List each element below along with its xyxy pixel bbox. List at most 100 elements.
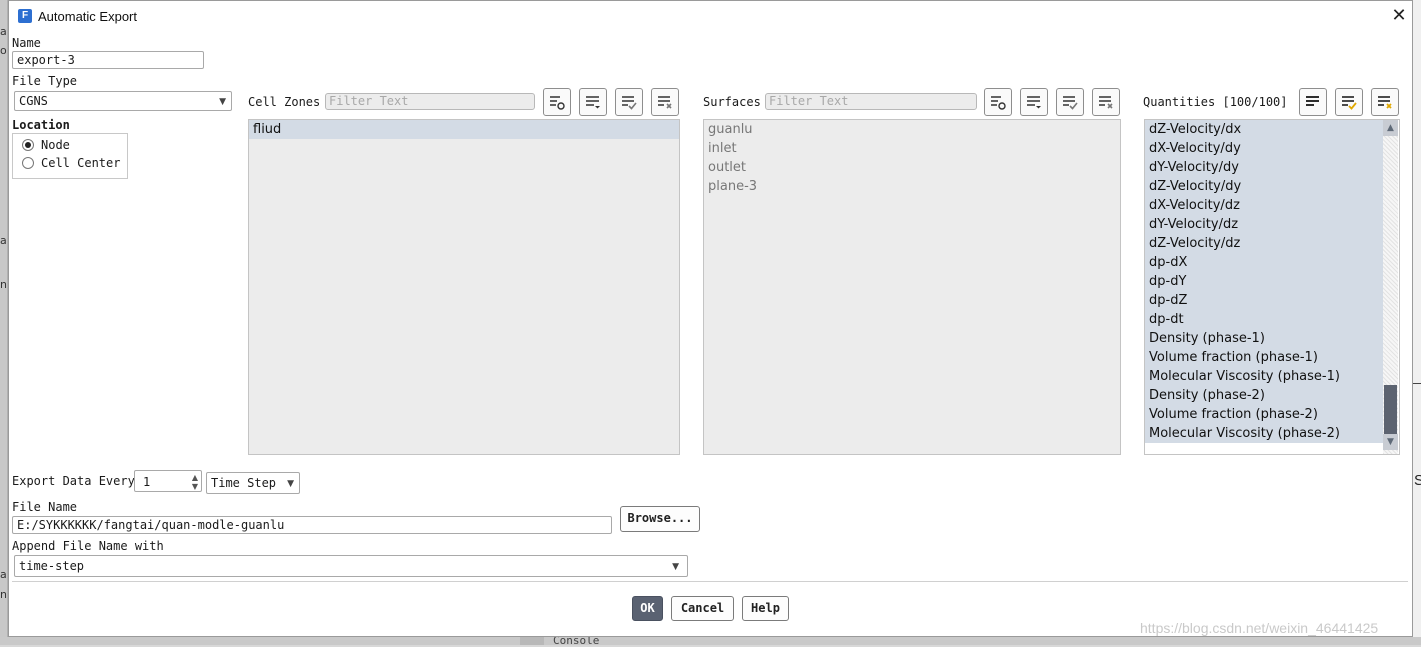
cell-zones-label: Cell Zones [248,95,321,109]
list-item[interactable]: outlet [704,158,1120,177]
background-fragment: a [0,25,7,38]
file-name-label: File Name [12,500,78,514]
chevron-down-icon: ▼ [287,479,294,489]
background-bottom-panel [0,637,1421,645]
cell-zones-sort-button[interactable] [579,88,607,116]
list-item[interactable]: plane-3 [704,177,1120,196]
export-every-spinner[interactable]: 1 ▲ ▼ [134,470,202,492]
select-by-name-icon [991,96,1006,110]
help-button[interactable]: Help [742,596,789,621]
surfaces-deselect-all-button[interactable] [1092,88,1120,116]
surfaces-filter-input[interactable]: Filter Text [765,93,977,110]
cell-zones-list[interactable]: fliud [248,119,680,455]
select-by-name-icon [550,96,565,110]
list-item[interactable]: Molecular Viscosity (phase-2) [1145,424,1383,443]
name-input[interactable]: export-3 [12,51,204,69]
list-item[interactable]: dX-Velocity/dy [1145,139,1383,158]
background-right-text: S [1414,472,1421,489]
list-item[interactable]: guanlu [704,120,1120,139]
list-item[interactable]: Density (phase-2) [1145,386,1383,405]
radio-cell-center[interactable] [22,157,34,169]
location-label: Location [12,118,70,132]
surfaces-label: Surfaces [703,95,761,109]
quantities-deselect-all-button[interactable] [1371,88,1399,116]
watermark: https://blog.csdn.net/weixin_46441425 [1140,620,1379,636]
list-item[interactable]: dp-dt [1145,310,1383,329]
export-unit-dropdown[interactable]: Time Step ▼ [206,472,300,494]
automatic-export-dialog: F Automatic Export ✕ Name export-3 File … [8,0,1413,637]
file-type-dropdown[interactable]: CGNS ▼ [14,91,232,111]
deselect-all-icon [1378,96,1392,109]
quantities-list[interactable]: dZ-Velocity/dx dX-Velocity/dy dY-Velocity/… [1144,119,1400,455]
list-item[interactable]: dZ-Velocity/dy [1145,177,1383,196]
surfaces-select-by-name-button[interactable] [984,88,1012,116]
close-button[interactable]: ✕ [1388,5,1410,27]
cell-zones-deselect-all-button[interactable] [651,88,679,116]
select-all-icon [622,96,637,110]
radio-node-label[interactable]: Node [41,138,70,152]
list-item[interactable]: dp-dY [1145,272,1383,291]
radio-cell-center-label[interactable]: Cell Center [41,156,120,170]
quantities-sort-button[interactable] [1299,88,1327,116]
background-divider [1413,383,1421,384]
list-item[interactable]: Volume fraction (phase-2) [1145,405,1383,424]
list-item[interactable]: fliud [249,120,679,139]
file-type-value: CGNS [19,94,48,108]
list-item[interactable]: dp-dZ [1145,291,1383,310]
cell-zones-select-all-button[interactable] [615,88,643,116]
background-fragment: a [0,234,7,247]
title-bar[interactable]: F Automatic Export ✕ [9,1,1412,32]
background-left-panel [0,0,8,645]
cell-zones-filter-input[interactable]: Filter Text [325,93,535,110]
spin-down-icon[interactable]: ▼ [192,482,198,491]
radio-node[interactable] [22,139,34,151]
append-dropdown[interactable]: time-step ▼ [14,555,688,577]
sort-icon [1306,96,1319,106]
deselect-all-icon [658,96,672,109]
surfaces-list[interactable]: guanlu inlet outlet plane-3 [703,119,1121,455]
list-item[interactable]: Density (phase-1) [1145,329,1383,348]
sort-icon [586,96,600,109]
list-item[interactable]: Volume fraction (phase-1) [1145,348,1383,367]
scroll-down-icon[interactable]: ▼ [1383,434,1398,450]
cell-zones-select-by-name-button[interactable] [543,88,571,116]
chevron-down-icon: ▼ [672,562,679,572]
quantities-scrollbar[interactable]: ▲ ▼ [1383,120,1398,454]
app-icon: F [18,9,32,23]
surfaces-select-all-button[interactable] [1056,88,1084,116]
list-item[interactable]: dY-Velocity/dz [1145,215,1383,234]
quantities-select-all-button[interactable] [1335,88,1363,116]
export-every-label: Export Data Every [12,474,135,488]
list-item[interactable]: Molecular Viscosity (phase-1) [1145,367,1383,386]
surfaces-sort-button[interactable] [1020,88,1048,116]
quantities-label: Quantities [100/100] [1143,95,1288,109]
footer-divider [12,581,1408,582]
list-item[interactable]: dp-dX [1145,253,1383,272]
list-item[interactable]: dZ-Velocity/dz [1145,234,1383,253]
background-fragment: n [0,278,7,291]
background-fragment: n [0,588,7,601]
export-unit-value: Time Step [211,476,277,490]
background-splitter[interactable] [520,637,544,645]
file-type-label: File Type [12,74,78,88]
scroll-up-icon[interactable]: ▲ [1383,120,1398,136]
spin-up-icon[interactable]: ▲ [192,473,198,482]
sort-icon [1027,96,1041,109]
scrollbar-thumb[interactable] [1384,385,1397,434]
chevron-down-icon: ▼ [219,97,226,107]
list-item[interactable]: dZ-Velocity/dx [1145,120,1383,139]
file-name-input[interactable]: E:/SYKKKKKK/fangtai/quan-modle-guanlu [12,516,612,534]
list-item[interactable]: dX-Velocity/dz [1145,196,1383,215]
ok-button[interactable]: OK [632,596,663,621]
window-title: Automatic Export [38,9,137,24]
background-fragment: o [0,44,7,57]
append-value: time-step [19,559,85,573]
list-item[interactable]: inlet [704,139,1120,158]
close-icon: ✕ [1391,5,1407,26]
append-label: Append File Name with [12,539,164,553]
list-item[interactable]: dY-Velocity/dy [1145,158,1383,177]
export-every-value: 1 [143,475,151,489]
background-right-panel [1413,0,1421,645]
browse-button[interactable]: Browse... [620,506,700,532]
cancel-button[interactable]: Cancel [671,596,734,621]
